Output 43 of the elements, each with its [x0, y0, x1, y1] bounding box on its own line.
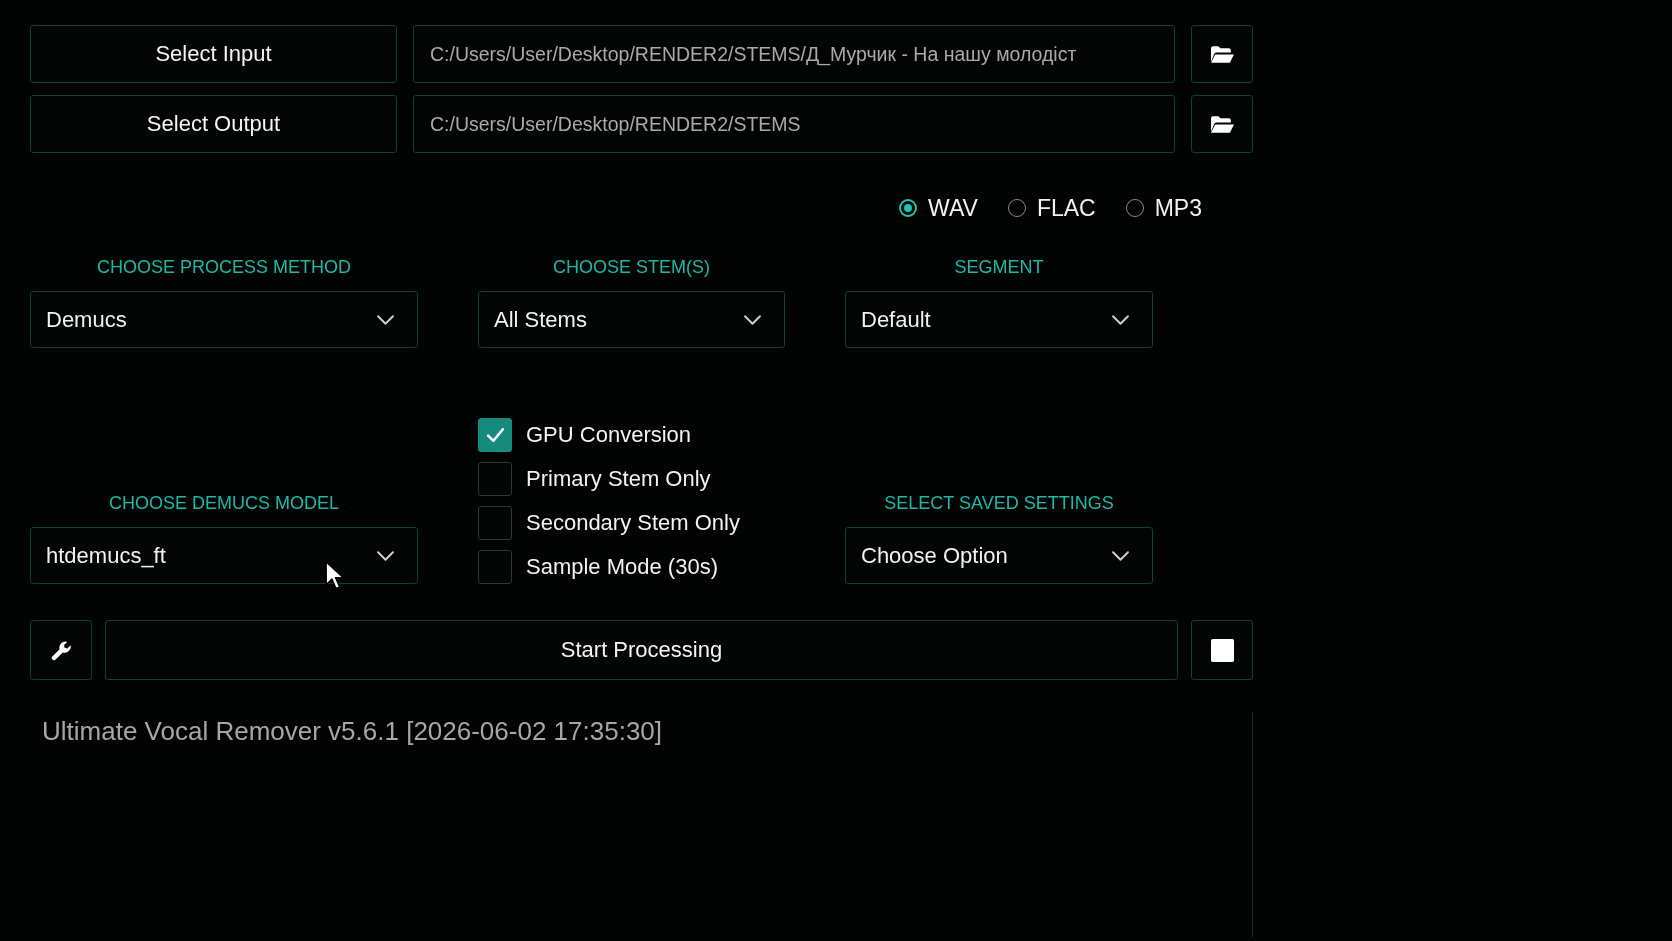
checkbox[interactable]: [478, 418, 512, 452]
dropdown[interactable]: All Stems: [478, 291, 785, 348]
format-label: WAV: [928, 194, 978, 222]
select-button[interactable]: Select Input: [30, 25, 397, 83]
format-label: FLAC: [1036, 194, 1096, 222]
stop-icon: [1210, 638, 1234, 662]
dropdown-label: CHOOSE STEM(S): [553, 256, 710, 278]
start-button[interactable]: Start Processing: [105, 620, 1178, 680]
chevron-down-icon: [377, 314, 394, 325]
format-label: MP3: [1154, 194, 1202, 222]
checkbox-label: Primary Stem Only: [526, 466, 711, 492]
chevron-down-icon: [744, 314, 761, 325]
dropdown[interactable]: Demucs: [30, 291, 418, 348]
wrench-icon: [50, 639, 72, 661]
folder-icon: [1209, 44, 1235, 64]
dropdown[interactable]: Choose Option: [845, 527, 1153, 584]
dropdown-label: CHOOSE PROCESS METHOD: [97, 256, 351, 278]
dropdown[interactable]: htdemucs_ft: [30, 527, 418, 584]
chevron-down-icon: [1112, 314, 1129, 325]
select-button[interactable]: Select Output: [30, 95, 397, 153]
path-field[interactable]: C:/Users/User/Desktop/RENDER2/STEMS: [413, 95, 1175, 153]
dropdown-label: SEGMENT: [954, 256, 1044, 278]
mouse-pointer-icon: [325, 561, 345, 590]
dropdown[interactable]: Default: [845, 291, 1153, 348]
checkbox[interactable]: [478, 550, 512, 584]
checkbox-label: Secondary Stem Only: [526, 510, 740, 536]
dropdown-label: SELECT SAVED SETTINGS: [884, 492, 1114, 514]
browse-button[interactable]: [1191, 95, 1253, 153]
dropdown-label: CHOOSE DEMUCS MODEL: [109, 492, 339, 514]
settings-button[interactable]: [30, 620, 92, 680]
chevron-down-icon: [377, 550, 394, 561]
checkbox[interactable]: [478, 462, 512, 496]
check-icon: [485, 426, 505, 444]
folder-icon: [1209, 114, 1235, 134]
path-field[interactable]: C:/Users/User/Desktop/RENDER2/STEMS/Д_Мурчик - На нашу молодіст: [413, 25, 1175, 83]
checkbox-label: Sample Mode (30s): [526, 554, 718, 580]
checkbox-label: GPU Conversion: [526, 422, 692, 448]
chevron-down-icon: [1112, 550, 1129, 561]
checkbox[interactable]: [478, 506, 512, 540]
stop-button[interactable]: [1191, 620, 1253, 680]
console-text: Ultimate Vocal Remover v5.6.1 [2026-06-02 17:35:30]: [42, 716, 664, 746]
browse-button[interactable]: [1191, 25, 1253, 83]
radio-button[interactable]: [899, 199, 918, 217]
